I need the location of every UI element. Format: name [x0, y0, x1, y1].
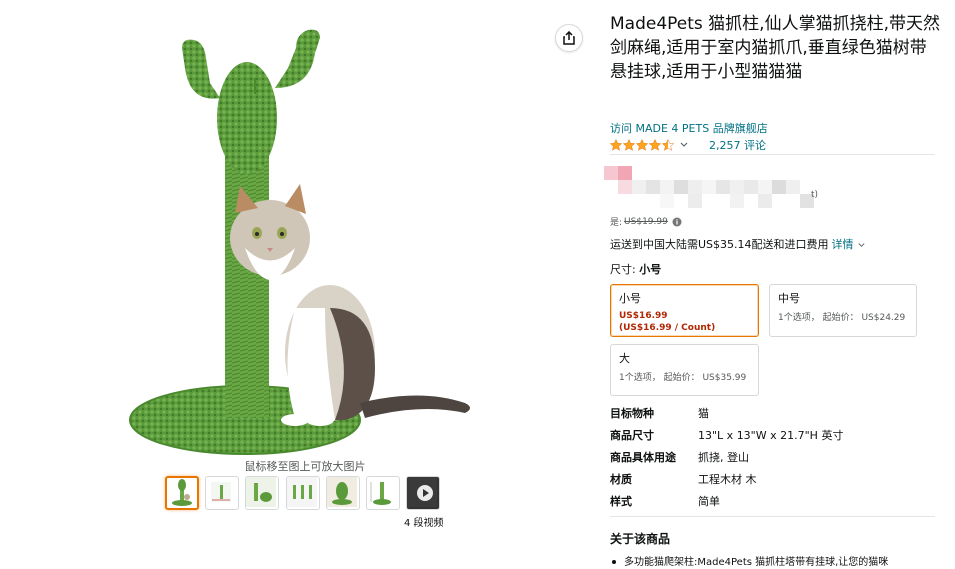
thumbnail-image	[172, 479, 192, 506]
about-title: 关于该商品	[610, 532, 671, 546]
chevron-down-icon[interactable]	[857, 240, 866, 249]
rating-row: 2,257 评论	[610, 137, 766, 153]
spec-key: 目标物种	[610, 407, 654, 420]
thumbnail-image	[287, 477, 317, 507]
about-bullet: 多功能猫爬架柱:Made4Pets 猫抓柱塔带有挂球,让您的猫咪	[612, 553, 888, 568]
thumbnail-5[interactable]	[326, 476, 360, 510]
shipping-info: 运送到中国大陆需US$35.14配送和进口费用 详情	[610, 236, 866, 252]
list-price-value: US$19.99	[624, 216, 668, 227]
pixelated-price-block	[604, 166, 814, 208]
thumbnail-video[interactable]	[406, 476, 440, 510]
divider	[610, 154, 935, 155]
spec-value: 猫	[698, 407, 709, 420]
share-icon	[563, 31, 575, 45]
about-bullet-text: 多功能猫爬架柱:Made4Pets 猫抓柱塔带有挂球,让您的猫咪	[624, 557, 889, 568]
price-suffix: t)	[811, 190, 819, 200]
spec-value: 工程木材 木	[698, 473, 757, 486]
star-icon	[636, 139, 648, 151]
review-count[interactable]: 2,257 评论	[709, 137, 766, 153]
star-icon	[610, 139, 622, 151]
divider	[610, 516, 935, 517]
product-title: Made4Pets 猫抓柱,仙人掌猫抓挠柱,带天然剑麻绳,适用于室内猫抓爪,垂直…	[610, 14, 940, 82]
store-link[interactable]: 访问 MADE 4 PETS 品牌旗舰店	[610, 120, 768, 136]
thumbnail-image	[246, 477, 276, 507]
cactus-cat-tree-illustration	[129, 29, 470, 455]
size-option-small[interactable]: 小号 US$16.99 (US$16.99 / Count)	[610, 284, 759, 337]
info-icon[interactable]	[672, 217, 682, 227]
chevron-down-icon	[680, 142, 688, 147]
size-label-text: 尺寸:	[610, 263, 636, 276]
thumbnail-image	[211, 482, 231, 502]
thumbnail-image	[327, 477, 357, 507]
list-price: 是: US$19.99	[610, 215, 682, 228]
thumbnail-1[interactable]	[165, 476, 199, 510]
rating-stars[interactable]	[610, 139, 689, 151]
spec-key: 商品具体用途	[610, 451, 676, 464]
bullet-dot	[612, 560, 616, 564]
star-icon	[649, 139, 661, 151]
play-icon	[407, 477, 437, 507]
size-option-price: US$16.99	[619, 311, 668, 321]
shipping-details-link[interactable]: 详情	[832, 236, 854, 252]
size-label: 尺寸: 小号	[610, 261, 661, 277]
zoom-hint: 鼠标移至图上可放大图片	[244, 460, 366, 473]
size-option-note: 1个选项， 起始价： US$35.99	[619, 373, 747, 383]
thumbnail-3[interactable]	[245, 476, 279, 510]
size-option-unit-price: (US$16.99 / Count)	[619, 323, 716, 333]
thumbnail-6[interactable]	[366, 476, 400, 510]
list-price-label: 是:	[610, 218, 623, 228]
size-option-name: 大	[619, 352, 630, 365]
spec-key: 样式	[610, 495, 632, 508]
shipping-text: 运送到中国大陆需US$35.14配送和进口费用	[610, 238, 829, 251]
size-option-medium[interactable]: 中号 1个选项， 起始价： US$24.29	[769, 284, 917, 337]
thumbnail-image	[367, 477, 397, 507]
spec-key: 商品尺寸	[610, 429, 654, 442]
size-option-large[interactable]: 大 1个选项， 起始价： US$35.99	[610, 344, 759, 396]
thumbnail-4[interactable]	[286, 476, 320, 510]
share-button[interactable]	[555, 24, 583, 52]
half-star-icon	[662, 139, 674, 151]
size-option-note: 1个选项， 起始价： US$24.29	[778, 313, 906, 323]
spec-value: 13"L x 13"W x 21.7"H 英寸	[698, 429, 844, 442]
main-product-image[interactable]	[120, 8, 495, 456]
spec-key: 材质	[610, 473, 632, 486]
thumbnail-2[interactable]	[205, 476, 239, 510]
spec-value: 简单	[698, 495, 720, 508]
size-option-name: 小号	[619, 292, 641, 305]
blurred-price: t)	[600, 162, 835, 214]
size-selected: 小号	[639, 263, 662, 276]
spec-value: 抓挠, 登山	[698, 451, 749, 464]
star-icon	[623, 139, 635, 151]
video-count: 4 段视频	[404, 518, 444, 529]
size-option-name: 中号	[778, 292, 800, 305]
